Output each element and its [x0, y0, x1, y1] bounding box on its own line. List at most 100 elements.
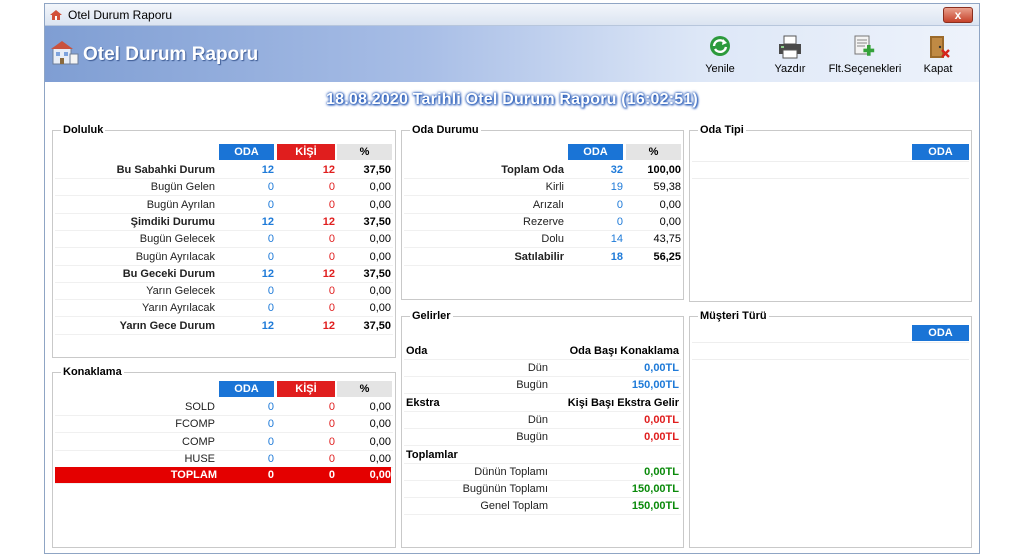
doluluk-row-kisi: 12	[322, 267, 335, 280]
doluluk-row-pct: 0,00	[369, 198, 391, 211]
konaklama-row: HUSE 0 0 0,00	[55, 451, 393, 468]
gelir-ekstra-bugun-row: Bugün 0,00TL	[404, 429, 681, 446]
oda-tipi-title: Oda Tipi	[698, 124, 746, 136]
doluluk-header-kisi: KİŞİ	[277, 144, 335, 160]
doluluk-row-pct: 37,50	[363, 164, 391, 176]
oda-durumu-row: Arızalı 0 0,00	[404, 197, 681, 214]
konaklama-row-kisi: 0	[328, 435, 335, 448]
gelir-ekstra-dun-row: Dün 0,00TL	[404, 412, 681, 429]
konaklama-row: COMP 0 0 0,00	[55, 434, 393, 451]
refresh-button[interactable]: Yenile	[691, 32, 749, 80]
gelir-genel-toplam: 150,00TL	[631, 500, 679, 512]
doluluk-row-oda: 0	[267, 181, 274, 194]
doluluk-row: Şimdiki Durumu 12 12 37,50	[55, 214, 393, 231]
doluluk-row-pct: 0,00	[369, 302, 391, 315]
doluluk-row-oda: 0	[267, 233, 274, 246]
oda-durumu-row-pct: 43,75	[653, 233, 681, 246]
report-window: Otel Durum Raporu x Otel Durum Raporu Ye…	[44, 3, 980, 554]
oda-durumu-row-label: Kirli	[545, 181, 564, 194]
oda-durumu-row-label: Toplam Oda	[501, 164, 564, 176]
oda-durumu-row: Rezerve 0 0,00	[404, 214, 681, 231]
doluluk-row-kisi: 0	[328, 233, 335, 246]
oda-durumu-row-label: Rezerve	[523, 215, 564, 228]
gelir-dun-toplam: 0,00TL	[644, 466, 679, 478]
close-report-label: Kapat	[923, 63, 953, 75]
musteri-turu-panel: Müşteri Türü ODA	[689, 310, 972, 548]
gelir-oda-dun-label: Dün	[527, 362, 548, 374]
gelir-ekstra-label: Ekstra	[406, 397, 440, 409]
print-button[interactable]: Yazdır	[761, 32, 819, 80]
konaklama-row-oda: 0	[267, 401, 274, 413]
doluluk-title: Doluluk	[61, 124, 106, 136]
printer-icon	[779, 35, 801, 59]
doluluk-row-oda: 12	[261, 164, 274, 176]
oda-durumu-row: Kirli 19 59,38	[404, 179, 681, 197]
konaklama-row-pct: 0,00	[369, 401, 391, 413]
doluluk-row-pct: 0,00	[369, 233, 391, 246]
filter-options-button[interactable]: Flt.Seçenekleri	[825, 32, 905, 80]
doluluk-row-oda: 0	[267, 250, 274, 263]
konaklama-title: Konaklama	[61, 366, 124, 378]
doluluk-row-kisi: 0	[328, 198, 335, 211]
oda-durumu-row-pct: 56,25	[653, 250, 681, 263]
doluluk-row-oda: 0	[267, 198, 274, 211]
oda-durumu-row-label: Satılabilir	[514, 250, 564, 263]
doluluk-row-oda: 12	[261, 319, 274, 332]
musteri-turu-header-oda: ODA	[912, 325, 969, 341]
oda-durumu-row-label: Dolu	[541, 233, 564, 246]
total-kisi: 0	[328, 469, 335, 481]
doluluk-row: Bugün Ayrılan 0 0 0,00	[55, 197, 393, 214]
konaklama-row-pct: 0,00	[369, 452, 391, 465]
refresh-icon	[710, 36, 730, 56]
window-close-button[interactable]: x	[943, 7, 973, 23]
oda-tipi-panel: Oda Tipi ODA	[689, 124, 972, 302]
oda-durumu-row-pct: 100,00	[647, 164, 681, 176]
gelir-oda-col: Oda Başı Konaklama	[569, 345, 679, 357]
gelir-bugun-toplam: 150,00TL	[631, 483, 679, 495]
oda-durumu-row-pct: 0,00	[659, 198, 681, 211]
doluluk-row: Bugün Ayrılacak 0 0 0,00	[55, 249, 393, 266]
doluluk-header-pct: %	[337, 144, 392, 160]
gelirler-panel: Gelirler Oda Oda Başı Konaklama Dün 0,00…	[401, 310, 684, 548]
konaklama-row-kisi: 0	[328, 418, 335, 431]
gelirler-title: Gelirler	[410, 310, 453, 322]
gelir-oda-bugun: 150,00TL	[631, 379, 679, 391]
close-report-button[interactable]: Kapat	[909, 32, 967, 80]
gelir-dun-toplam-row: Dünün Toplamı 0,00TL	[404, 464, 681, 481]
doluluk-header-oda: ODA	[219, 144, 274, 160]
doluluk-row-label: Bu Geceki Durum	[122, 267, 215, 280]
doluluk-panel: Doluluk ODA KİŞİ % Bu Sabahki Durum 12 12 3…	[52, 124, 396, 358]
doluluk-row-label: Bugün Ayrılan	[146, 198, 215, 211]
doluluk-row-pct: 37,50	[363, 319, 391, 332]
konaklama-header-pct: %	[337, 381, 392, 397]
report-date-title: 18.08.2020 Tarihli Otel Durum Raporu (16…	[326, 91, 698, 108]
doluluk-row: Bugün Gelecek 0 0 0,00	[55, 231, 393, 249]
doluluk-row-kisi: 12	[322, 319, 335, 332]
doluluk-row-label: Yarın Gece Durum	[119, 319, 215, 332]
konaklama-row-oda: 0	[267, 435, 274, 448]
doluluk-row-label: Bugün Gelecek	[139, 233, 215, 246]
hotel-icon	[51, 41, 79, 65]
gelir-oda-dun: 0,00TL	[644, 362, 679, 374]
doluluk-row-label: Şimdiki Durumu	[130, 215, 215, 228]
oda-durumu-row-oda: 14	[610, 233, 623, 246]
gelir-oda-label: Oda	[406, 345, 428, 357]
oda-durumu-panel: Oda Durumu ODA % Toplam Oda 32 100,00 Kirli…	[401, 124, 684, 300]
konaklama-row: SOLD 0 0 0,00	[55, 399, 393, 416]
gelir-oda-dun-row: Dün 0,00TL	[404, 360, 681, 377]
doluluk-row-pct: 37,50	[363, 215, 391, 228]
gelir-bugun-toplam-row: Bugünün Toplamı 150,00TL	[404, 481, 681, 498]
gelirler-toplamlar-header: Toplamlar	[404, 447, 681, 464]
oda-durumu-row: Dolu 14 43,75	[404, 231, 681, 249]
filter-options-label: Flt.Seçenekleri	[828, 63, 902, 75]
gelir-dun-toplam-label: Dünün Toplamı	[474, 466, 548, 478]
konaklama-row-kisi: 0	[328, 401, 335, 413]
gelir-ekstra-col: Kişi Başı Ekstra Gelir	[567, 397, 679, 409]
konaklama-row-pct: 0,00	[369, 435, 391, 448]
doluluk-row: Bugün Gelen 0 0 0,00	[55, 179, 393, 197]
doluluk-row-pct: 0,00	[369, 285, 391, 298]
print-label: Yazdır	[774, 63, 806, 75]
gelir-oda-bugun-row: Bugün 150,00TL	[404, 377, 681, 394]
oda-durumu-row-oda: 0	[616, 198, 623, 211]
doluluk-row: Yarın Gece Durum 12 12 37,50	[55, 318, 393, 335]
